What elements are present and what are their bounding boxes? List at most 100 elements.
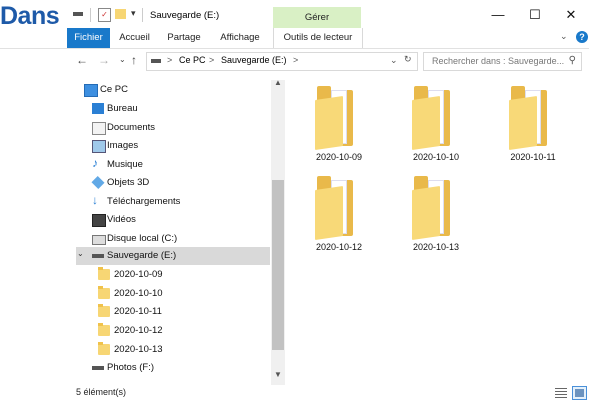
computer-icon xyxy=(84,84,98,97)
customize-quick-access-icon[interactable]: ▾ xyxy=(131,8,136,19)
documents-icon xyxy=(92,122,106,135)
divider xyxy=(90,8,91,22)
sidebar-item-images[interactable]: Images xyxy=(76,137,271,155)
new-folder-icon[interactable] xyxy=(115,9,126,19)
folder-label: 2020-10-11 xyxy=(510,152,556,162)
address-bar[interactable]: > Ce PC > Sauvegarde (E:) > ⌄ ↻ xyxy=(146,52,418,71)
window-title: Sauvegarde (E:) xyxy=(150,10,220,21)
sidebar-item-disque-local[interactable]: Disque local (C:) xyxy=(76,230,271,248)
scroll-thumb[interactable] xyxy=(272,180,284,350)
sidebar-item-ce-pc[interactable]: Ce PC xyxy=(76,81,271,99)
details-view-icon[interactable] xyxy=(555,387,567,398)
help-icon[interactable]: ? xyxy=(576,31,588,43)
overlay-heading: Dans xyxy=(0,2,60,30)
ribbon-tabs: Fichier Accueil Partage Affichage Outils… xyxy=(0,28,589,49)
scroll-up-icon[interactable]: ▲ xyxy=(274,78,282,87)
desktop-icon xyxy=(92,103,104,114)
refresh-icon[interactable]: ↻ xyxy=(404,54,412,65)
tab-accueil[interactable]: Accueil xyxy=(112,28,157,48)
folder-icon xyxy=(98,304,110,317)
folder-label: 2020-10-09 xyxy=(315,152,363,162)
sidebar-item-documents[interactable]: Documents xyxy=(76,119,271,137)
drive-icon xyxy=(92,235,106,245)
folder-label: 2020-10-10 xyxy=(412,152,460,162)
drive-icon xyxy=(92,254,104,258)
sidebar-item-label: 2020-10-10 xyxy=(114,288,163,299)
objects3d-icon xyxy=(91,175,105,190)
search-icon: ⚲ xyxy=(568,55,576,66)
sidebar-item-2020-10-09[interactable]: 2020-10-09 xyxy=(76,266,271,284)
sidebar-item-label: Téléchargements xyxy=(107,196,181,207)
tab-outils-de-lecteur[interactable]: Outils de lecteur xyxy=(273,28,363,48)
sidebar-item-label: Documents xyxy=(107,122,156,133)
folder-icon xyxy=(98,342,110,355)
scroll-down-icon[interactable]: ▼ xyxy=(274,370,282,379)
sidebar-item-2020-10-11[interactable]: 2020-10-11 xyxy=(76,303,271,321)
tab-partage[interactable]: Partage xyxy=(160,28,208,48)
sidebar-item-label: Bureau xyxy=(107,103,138,114)
expand-ribbon-icon[interactable]: ⌄ xyxy=(560,31,568,42)
address-dropdown-icon[interactable]: ⌄ xyxy=(390,55,398,66)
forward-icon[interactable]: → xyxy=(98,53,110,67)
search-placeholder: Rechercher dans : Sauvegarde... xyxy=(432,56,565,66)
folder-front xyxy=(315,186,343,240)
maximize-button[interactable]: ☐ xyxy=(520,4,550,26)
music-icon: ♪ xyxy=(92,156,98,170)
tab-fichier[interactable]: Fichier xyxy=(67,28,110,48)
sidebar-item-label: 2020-10-13 xyxy=(114,344,163,355)
sidebar-item-label: Objets 3D xyxy=(107,177,150,188)
sidebar-item-telechargements[interactable]: ↓ Téléchargements xyxy=(76,193,271,211)
sidebar-item-bureau[interactable]: Bureau xyxy=(76,100,271,118)
sidebar-item-label: Photos (F:) xyxy=(107,362,154,373)
sidebar-item-label: 2020-10-11 xyxy=(114,306,162,317)
folder-front xyxy=(315,96,343,150)
folder-front xyxy=(509,96,537,150)
folder-front xyxy=(412,186,440,240)
drive-icon xyxy=(73,12,83,16)
folder-item[interactable]: 2020-10-09 xyxy=(299,84,379,174)
manage-contextual-tab[interactable]: Gérer xyxy=(273,7,361,28)
breadcrumb-separator: > xyxy=(209,55,215,65)
sidebar-item-photos[interactable]: Photos (F:) xyxy=(76,359,271,377)
divider xyxy=(142,8,143,22)
sidebar-item-label: Vidéos xyxy=(107,214,136,225)
sidebar-item-videos[interactable]: Vidéos xyxy=(76,211,271,229)
breadcrumb-separator: > xyxy=(167,55,173,65)
expanded-chevron-icon[interactable]: ⌄ xyxy=(77,249,89,260)
folder-icon xyxy=(98,286,110,299)
breadcrumb-sauvegarde[interactable]: Sauvegarde (E:) xyxy=(221,55,287,65)
up-icon[interactable]: ↑ xyxy=(131,53,137,67)
sidebar-item-sauvegarde[interactable]: ⌄ Sauvegarde (E:) xyxy=(76,247,271,265)
navigation-pane: Ce PC Bureau Documents Images ♪ Musique … xyxy=(76,76,286,386)
sidebar-scrollbar[interactable]: ▲ ▼ xyxy=(271,78,285,385)
sidebar-item-label: 2020-10-12 xyxy=(114,325,163,336)
tab-affichage[interactable]: Affichage xyxy=(212,28,268,48)
sidebar-item-musique[interactable]: ♪ Musique xyxy=(76,156,271,174)
sidebar-item-objets-3d[interactable]: Objets 3D xyxy=(76,174,271,192)
breadcrumb-separator: > xyxy=(293,55,299,65)
sidebar-item-label: Musique xyxy=(107,159,143,170)
folder-item[interactable]: 2020-10-12 xyxy=(299,174,379,264)
sidebar-item-2020-10-13[interactable]: 2020-10-13 xyxy=(76,341,271,359)
back-icon[interactable]: ← xyxy=(76,53,88,67)
recent-locations-icon[interactable]: ⌄ xyxy=(119,55,126,64)
folder-icon xyxy=(98,323,110,336)
status-item-count: 5 élément(s) xyxy=(76,387,127,397)
navigation-bar: ← → ⌄ ↑ > Ce PC > Sauvegarde (E:) > ⌄ ↻ … xyxy=(0,49,589,73)
properties-icon[interactable]: ✓ xyxy=(98,8,111,22)
folder-front xyxy=(412,96,440,150)
folder-item[interactable]: 2020-10-13 xyxy=(396,174,476,264)
breadcrumb-ce-pc[interactable]: Ce PC xyxy=(179,55,206,65)
large-icons-view-icon[interactable] xyxy=(572,386,587,400)
close-button[interactable]: ✕ xyxy=(556,4,586,26)
sidebar-item-2020-10-10[interactable]: 2020-10-10 xyxy=(76,285,271,303)
search-input[interactable]: Rechercher dans : Sauvegarde... ⚲ xyxy=(423,52,582,71)
videos-icon xyxy=(92,214,106,227)
folder-item[interactable]: 2020-10-11 xyxy=(493,84,573,174)
folder-icon xyxy=(98,267,110,280)
drive-icon xyxy=(151,59,161,63)
downloads-icon: ↓ xyxy=(92,193,98,207)
minimize-button[interactable]: — xyxy=(483,4,513,26)
sidebar-item-2020-10-12[interactable]: 2020-10-12 xyxy=(76,322,271,340)
folder-item[interactable]: 2020-10-10 xyxy=(396,84,476,174)
